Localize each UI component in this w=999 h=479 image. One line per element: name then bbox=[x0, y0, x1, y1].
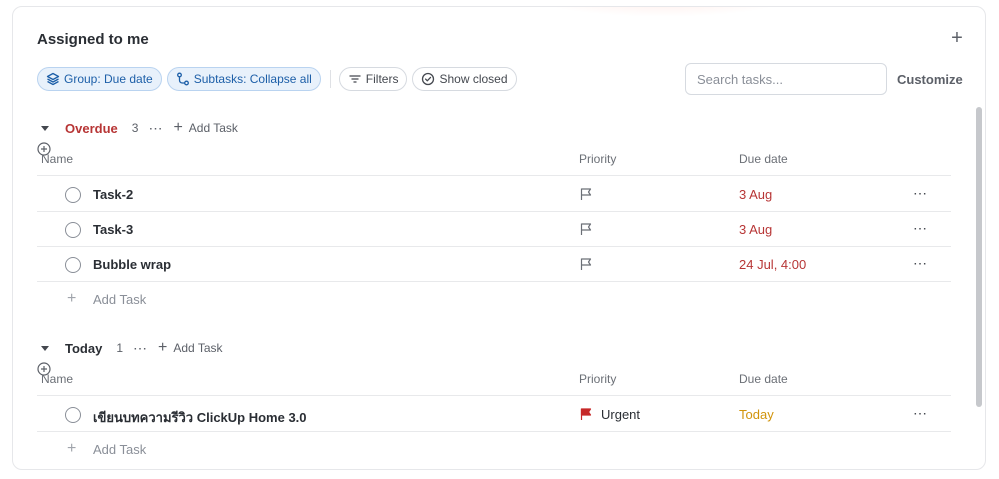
flag-icon[interactable] bbox=[579, 257, 593, 271]
show-closed-label: Show closed bbox=[439, 72, 508, 86]
add-task-row-label: Add Task bbox=[93, 292, 147, 307]
add-task-label: Add Task bbox=[173, 341, 223, 355]
plus-icon: + bbox=[158, 339, 168, 356]
add-task-label: Add Task bbox=[188, 121, 238, 135]
task-name[interactable]: เขียนบทความรีวิว ClickUp Home 3.0 bbox=[93, 407, 307, 428]
search-input[interactable] bbox=[685, 63, 887, 95]
group-name: Today bbox=[65, 340, 103, 356]
task-due-date[interactable]: 3 Aug bbox=[739, 222, 772, 237]
subtasks-label: Subtasks: Collapse all bbox=[193, 72, 312, 86]
assigned-to-me-card: Assigned to me + Group: Due date Subtask… bbox=[12, 6, 986, 470]
panel-title: Assigned to me bbox=[37, 31, 149, 48]
task-row[interactable]: Task-3 3 Aug ⋯ bbox=[37, 212, 951, 247]
task-row[interactable]: Bubble wrap 24 Jul, 4:00 ⋯ bbox=[37, 247, 951, 282]
column-due-date[interactable]: Due date bbox=[739, 152, 788, 166]
task-due-date[interactable]: 3 Aug bbox=[739, 187, 772, 202]
task-name[interactable]: Bubble wrap bbox=[93, 257, 171, 272]
caret-down-icon[interactable] bbox=[37, 120, 53, 136]
task-priority-label: Urgent bbox=[601, 407, 641, 422]
add-task-button[interactable]: + Add Task bbox=[173, 119, 238, 136]
vertical-scrollbar[interactable] bbox=[976, 107, 982, 407]
add-plus-icon[interactable]: + bbox=[947, 28, 967, 49]
add-task-row-label: Add Task bbox=[93, 442, 147, 457]
task-status-circle[interactable] bbox=[65, 187, 81, 203]
ellipsis-icon[interactable]: ⋯ bbox=[913, 405, 928, 422]
ellipsis-icon[interactable]: ⋯ bbox=[913, 185, 928, 202]
group-count: 3 bbox=[131, 121, 139, 135]
subtasks-button[interactable]: Subtasks: Collapse all bbox=[166, 67, 321, 91]
column-name[interactable]: Name bbox=[41, 152, 73, 166]
group-header-today: Today 1 ⋯ + Add Task bbox=[37, 338, 223, 358]
group-header-overdue: Overdue 3 ⋯ + Add Task bbox=[37, 118, 238, 138]
filter-icon bbox=[349, 75, 361, 83]
plus-icon: + bbox=[67, 440, 77, 457]
caret-down-icon[interactable] bbox=[37, 340, 53, 356]
task-name[interactable]: Task-2 bbox=[93, 187, 133, 202]
column-priority[interactable]: Priority bbox=[579, 152, 616, 166]
check-circle-icon bbox=[422, 72, 435, 86]
group-count: 1 bbox=[116, 341, 124, 355]
group-by-label: Group: Due date bbox=[64, 72, 153, 86]
urgent-flag-icon[interactable] bbox=[579, 407, 593, 421]
ellipsis-icon[interactable]: ⋯ bbox=[133, 341, 148, 355]
decorative-glow bbox=[533, 7, 793, 17]
flag-icon[interactable] bbox=[579, 187, 593, 201]
task-status-circle[interactable] bbox=[65, 222, 81, 238]
show-closed-button[interactable]: Show closed bbox=[412, 67, 517, 91]
task-status-circle[interactable] bbox=[65, 407, 81, 423]
task-due-date[interactable]: Today bbox=[739, 407, 774, 422]
customize-button[interactable]: Customize bbox=[897, 72, 963, 87]
group-by-button[interactable]: Group: Due date bbox=[37, 67, 162, 91]
add-task-row[interactable]: + Add Task bbox=[37, 432, 951, 466]
plus-icon: + bbox=[173, 119, 183, 136]
column-priority[interactable]: Priority bbox=[579, 372, 616, 386]
task-due-date[interactable]: 24 Jul, 4:00 bbox=[739, 257, 806, 272]
ellipsis-icon[interactable]: ⋯ bbox=[913, 255, 928, 272]
filters-label: Filters bbox=[365, 72, 399, 86]
column-header-row: Name Priority Due date bbox=[37, 142, 951, 176]
toolbar: Group: Due date Subtasks: Collapse all F… bbox=[37, 67, 522, 91]
ellipsis-icon[interactable]: ⋯ bbox=[913, 220, 928, 237]
flag-icon[interactable] bbox=[579, 222, 593, 236]
task-row[interactable]: เขียนบทความรีวิว ClickUp Home 3.0 Urgent… bbox=[37, 397, 951, 432]
ellipsis-icon[interactable]: ⋯ bbox=[148, 121, 163, 135]
subtasks-icon bbox=[176, 72, 189, 86]
task-status-circle[interactable] bbox=[65, 257, 81, 273]
group-name: Overdue bbox=[65, 120, 118, 136]
layers-icon bbox=[46, 72, 60, 86]
plus-icon: + bbox=[67, 290, 77, 307]
add-task-row[interactable]: + Add Task bbox=[37, 282, 951, 316]
column-header-row: Name Priority Due date bbox=[37, 362, 951, 396]
task-row[interactable]: Task-2 3 Aug ⋯ bbox=[37, 177, 951, 212]
column-name[interactable]: Name bbox=[41, 372, 73, 386]
toolbar-divider bbox=[329, 70, 331, 88]
add-task-button[interactable]: + Add Task bbox=[158, 339, 223, 356]
filters-button[interactable]: Filters bbox=[338, 67, 408, 91]
column-due-date[interactable]: Due date bbox=[739, 372, 788, 386]
task-name[interactable]: Task-3 bbox=[93, 222, 133, 237]
